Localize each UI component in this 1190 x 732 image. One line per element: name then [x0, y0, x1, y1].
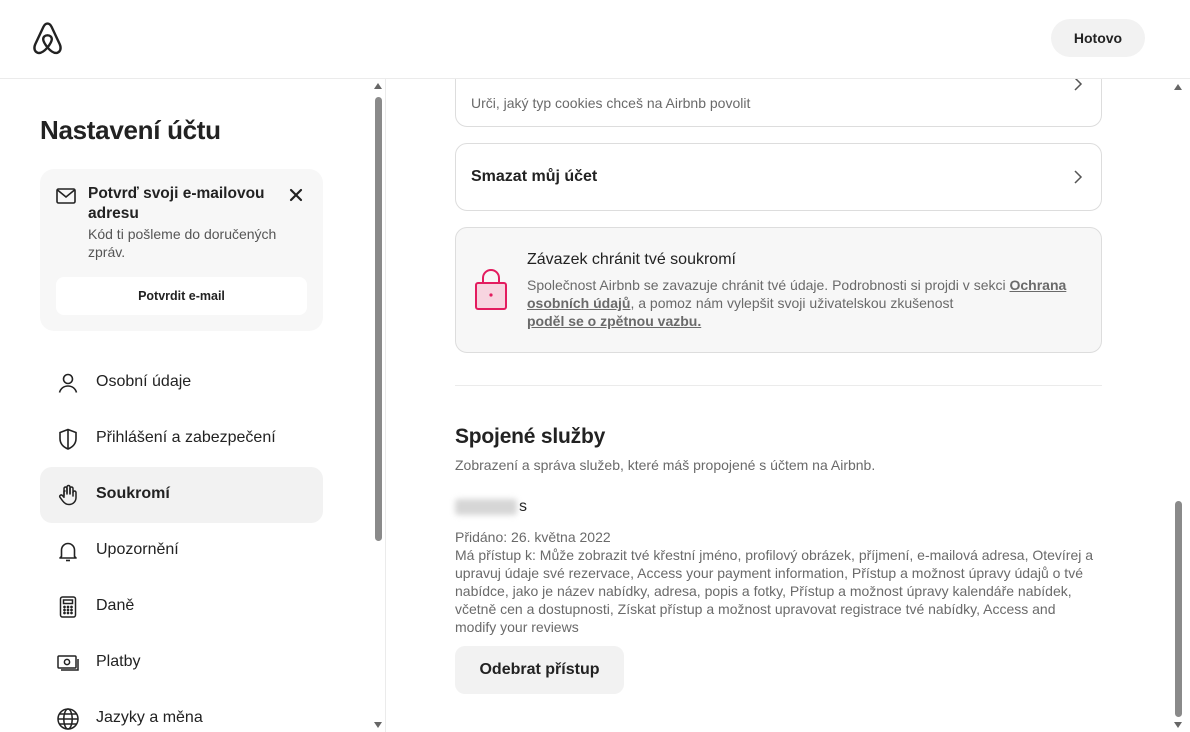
money-icon [57, 655, 79, 671]
scroll-up-icon[interactable] [374, 83, 382, 89]
revoke-access-button[interactable]: Odebrat přístup [455, 646, 624, 694]
connected-services-subtitle: Zobrazení a správa služeb, které máš pro… [455, 457, 876, 473]
privacy-card-title: Závazek chránit tvé soukromí [527, 251, 736, 268]
sidebar-scrollbar[interactable] [372, 79, 384, 732]
sidebar-item-taxes[interactable]: Daně [40, 579, 323, 635]
cookies-card-subtitle: Urči, jaký typ cookies chceš na Airbnb p… [471, 95, 751, 111]
delete-account-card[interactable]: Smazat můj účet [455, 143, 1102, 211]
done-button[interactable]: Hotovo [1051, 19, 1145, 57]
scrollbar-thumb[interactable] [375, 97, 382, 541]
sidebar-item-personal-info[interactable]: Osobní údaje [40, 355, 323, 411]
feedback-link[interactable]: poděl se o zpětnou vazbu. [527, 313, 701, 329]
main-scrollbar[interactable] [1172, 79, 1184, 732]
scrollbar-thumb[interactable] [1175, 501, 1182, 717]
sidebar-item-label: Daně [96, 597, 135, 614]
sidebar-item-label: Platby [96, 653, 141, 670]
sidebar-item-languages[interactable]: Jazyky a měna [40, 691, 323, 732]
sidebar-item-privacy[interactable]: Soukromí [40, 467, 323, 523]
sidebar-item-label: Osobní údaje [96, 373, 192, 390]
privacy-body-prefix: Společnost Airbnb se zavazuje chránit tv… [527, 277, 1010, 293]
globe-icon [57, 708, 79, 730]
airbnb-logo-icon[interactable] [31, 22, 64, 56]
privacy-body-middle: , a pomoz nám vylepšit svoji uživatelsko… [630, 295, 954, 311]
shield-icon [59, 428, 77, 450]
section-divider [455, 385, 1102, 386]
page-title: Nastavení účtu [40, 115, 221, 145]
verify-email-card: Potvrď svoji e-mailovou adresu Kód ti po… [40, 169, 323, 331]
service-name: s [455, 498, 527, 516]
person-icon [58, 373, 78, 393]
confirm-email-button[interactable]: Potvrdit e-mail [56, 277, 307, 315]
privacy-commitment-card: Závazek chránit tvé soukromí Společnost … [455, 227, 1102, 353]
connected-services-title: Spojené služby [455, 425, 606, 448]
scroll-down-icon[interactable] [1174, 722, 1182, 728]
chevron-right-icon [1074, 79, 1083, 91]
sidebar-item-label: Přihlášení a zabezpečení [96, 429, 276, 446]
sidebar-item-label: Soukromí [96, 485, 170, 502]
delete-account-title: Smazat můj účet [471, 168, 598, 185]
sidebar-item-notifications[interactable]: Upozornění [40, 523, 323, 579]
sidebar-item-label: Upozornění [96, 541, 179, 558]
bell-icon [59, 542, 77, 562]
chevron-right-icon [1074, 170, 1083, 184]
scroll-up-icon[interactable] [1174, 84, 1182, 90]
service-name-suffix: s [519, 498, 527, 515]
hand-icon [59, 484, 77, 506]
service-access-description: Má přístup k: Může zobrazit tvé křestní … [455, 547, 1094, 635]
top-header: Hotovo [0, 0, 1190, 79]
redacted-text [455, 499, 517, 515]
sidebar-item-login-security[interactable]: Přihlášení a zabezpečení [40, 411, 323, 467]
sidebar-item-label: Jazyky a měna [96, 709, 203, 726]
close-icon[interactable] [286, 185, 306, 205]
sidebar-item-payments[interactable]: Platby [40, 635, 323, 691]
verify-card-title: Potvrď svoji e-mailovou adresu [88, 185, 265, 222]
privacy-card-body: Společnost Airbnb se zavazuje chránit tv… [527, 276, 1087, 330]
scroll-down-icon[interactable] [374, 722, 382, 728]
lock-icon [475, 269, 507, 310]
mail-icon [56, 188, 76, 204]
cookies-settings-card[interactable]: Urči, jaký typ cookies chceš na Airbnb p… [455, 79, 1102, 127]
privacy-main-content: Urči, jaký typ cookies chceš na Airbnb p… [387, 79, 1190, 732]
calculator-icon [59, 596, 77, 618]
settings-sidebar: Nastavení účtu Potvrď svoji e-mailovou a… [0, 79, 386, 732]
service-added-date: Přidáno: 26. května 2022 [455, 529, 611, 545]
verify-card-subtitle: Kód ti pošleme do doručených zpráv. [88, 226, 277, 260]
